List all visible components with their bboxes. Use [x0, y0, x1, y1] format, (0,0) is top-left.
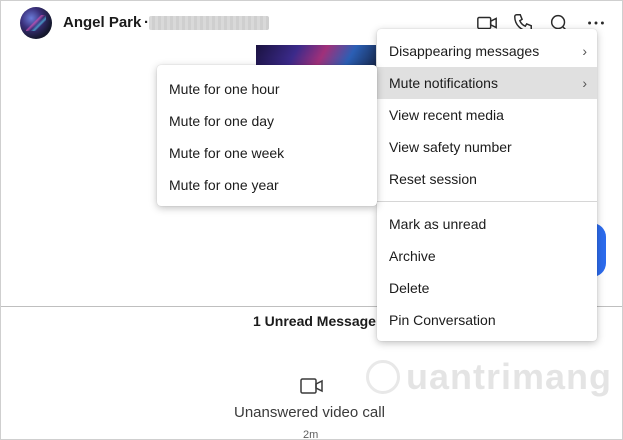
menu-item-label: Mark as unread — [389, 216, 487, 232]
video-call-icon — [300, 378, 323, 394]
conversation-window: Angel Park · 1 Unread Message Unanswered… — [0, 0, 623, 440]
menu-item-reset-session[interactable]: Reset session — [377, 163, 597, 195]
menu-item-label: Mute for one week — [169, 145, 285, 161]
mute-one-year-option[interactable]: Mute for one year — [157, 169, 377, 201]
contact-name[interactable]: Angel Park — [63, 14, 141, 31]
mute-one-day-option[interactable]: Mute for one day — [157, 105, 377, 137]
menu-item-pin-conversation[interactable]: Pin Conversation — [377, 304, 597, 336]
menu-separator — [377, 201, 597, 202]
chevron-right-icon: › — [582, 43, 587, 59]
menu-item-label: View recent media — [389, 107, 504, 123]
watermark: uantrimang — [366, 356, 612, 398]
chevron-right-icon: › — [582, 75, 587, 91]
menu-item-label: Disappearing messages — [389, 43, 540, 59]
call-timestamp: 2m — [303, 429, 319, 440]
unanswered-call-label: Unanswered video call — [234, 404, 385, 421]
conversation-options-menu: Disappearing messages › Mute notificatio… — [377, 29, 597, 341]
watermark-text: uantrimang — [406, 356, 613, 397]
menu-item-label: Reset session — [389, 171, 477, 187]
menu-item-label: Mute for one year — [169, 177, 279, 193]
menu-item-mute-notifications[interactable]: Mute notifications › — [377, 67, 597, 99]
menu-item-label: Mute for one day — [169, 113, 275, 129]
mute-notifications-submenu: Mute for one hour Mute for one day Mute … — [157, 65, 377, 206]
menu-item-label: Archive — [389, 248, 436, 264]
unread-message-label: 1 Unread Message — [253, 313, 376, 329]
mute-one-week-option[interactable]: Mute for one week — [157, 137, 377, 169]
menu-item-label: Delete — [389, 280, 430, 296]
menu-item-label: Mute for one hour — [169, 81, 280, 97]
watermark-logo-icon — [366, 360, 400, 394]
menu-item-label: View safety number — [389, 139, 512, 155]
menu-item-label: Mute notifications — [389, 75, 498, 91]
menu-item-archive[interactable]: Archive — [377, 240, 597, 272]
menu-item-view-safety-number[interactable]: View safety number — [377, 131, 597, 163]
redacted-phone-number — [149, 16, 269, 30]
menu-item-mark-as-unread[interactable]: Mark as unread — [377, 208, 597, 240]
menu-item-delete[interactable]: Delete — [377, 272, 597, 304]
avatar[interactable] — [20, 7, 52, 39]
menu-item-view-recent-media[interactable]: View recent media — [377, 99, 597, 131]
menu-item-label: Pin Conversation — [389, 312, 496, 328]
mute-one-hour-option[interactable]: Mute for one hour — [157, 73, 377, 105]
menu-item-disappearing-messages[interactable]: Disappearing messages › — [377, 35, 597, 67]
